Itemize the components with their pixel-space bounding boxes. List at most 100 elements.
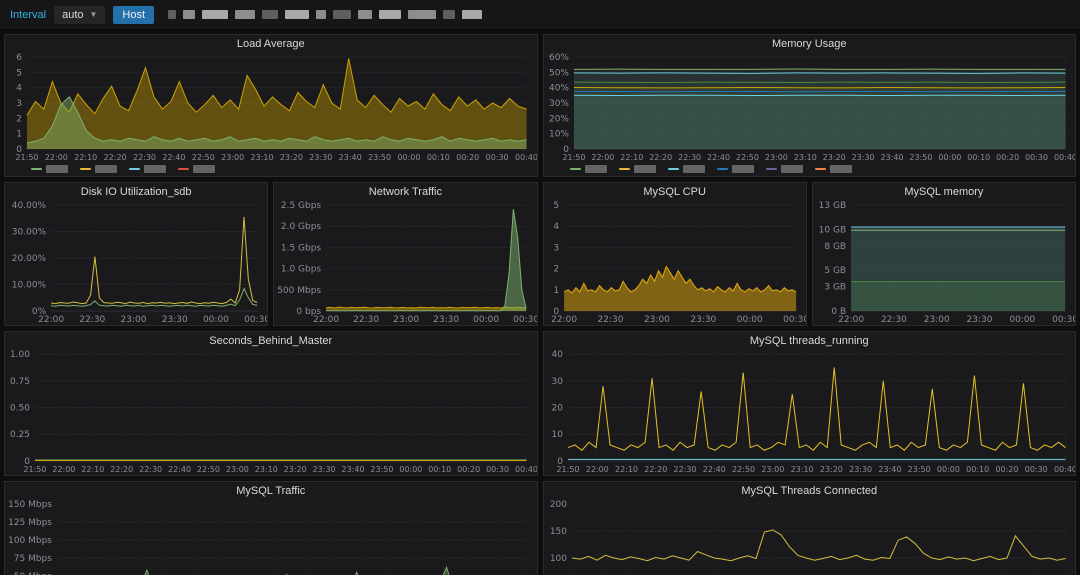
legend-label-blurred <box>144 165 166 173</box>
svg-text:23:10: 23:10 <box>793 153 816 162</box>
svg-text:22:40: 22:40 <box>702 465 725 474</box>
legend-item[interactable] <box>570 165 607 173</box>
panel-threads-connected: MySQL Threads Connected 100150200 <box>543 481 1077 575</box>
svg-text:23:40: 23:40 <box>880 153 903 162</box>
blurred-host-tag[interactable] <box>262 10 278 19</box>
svg-text:00:30: 00:30 <box>486 153 509 162</box>
legend-item[interactable] <box>766 165 803 173</box>
blurred-host-tag[interactable] <box>202 10 228 19</box>
load-average-chart[interactable]: 012345621:5022:0022:1022:2022:3022:4022:… <box>5 51 537 163</box>
mysql-memory-chart[interactable]: 0 B3 GB5 GB8 GB10 GB13 GB22:0022:3023:00… <box>813 199 1075 325</box>
panel-title[interactable]: Disk IO Utilization_sdb <box>5 183 267 199</box>
svg-text:23:00: 23:00 <box>121 315 147 325</box>
svg-text:23:20: 23:20 <box>280 153 303 162</box>
blurred-host-tag[interactable] <box>408 10 436 19</box>
legend-item[interactable] <box>717 165 754 173</box>
svg-text:0.25: 0.25 <box>10 430 30 440</box>
panel-threads-running: MySQL threads_running 01020304021:5022:0… <box>543 331 1077 476</box>
svg-text:8 GB: 8 GB <box>824 242 846 252</box>
dashboard-grid: Load Average 012345621:5022:0022:1022:20… <box>0 30 1080 575</box>
svg-text:1.5 Gbps: 1.5 Gbps <box>281 243 322 253</box>
svg-text:00:00: 00:00 <box>1009 315 1035 325</box>
blurred-host-tag[interactable] <box>462 10 482 19</box>
legend-label-blurred <box>830 165 852 173</box>
legend-item[interactable] <box>129 165 166 173</box>
blurred-host-tag[interactable] <box>235 10 255 19</box>
svg-text:40: 40 <box>551 350 563 360</box>
threads-running-chart[interactable]: 01020304021:5022:0022:1022:2022:3022:402… <box>544 348 1076 475</box>
panel-title[interactable]: MySQL memory <box>813 183 1075 199</box>
svg-text:22:30: 22:30 <box>881 315 907 325</box>
svg-text:0.75: 0.75 <box>10 377 30 387</box>
interval-select[interactable]: auto ▼ <box>54 6 105 24</box>
svg-text:75 Mbps: 75 Mbps <box>14 554 52 564</box>
legend-label-blurred <box>634 165 656 173</box>
svg-text:00:00: 00:00 <box>399 465 422 474</box>
svg-text:0.50: 0.50 <box>10 404 30 414</box>
chart-area: 01234522:0022:3023:0023:3000:0000:30 <box>544 199 806 325</box>
legend-series-marker <box>668 168 679 170</box>
svg-text:22:30: 22:30 <box>678 153 701 162</box>
panel-seconds-behind-master: Seconds_Behind_Master 00.250.500.751.002… <box>4 331 538 476</box>
blurred-host-tag[interactable] <box>316 10 326 19</box>
host-filter-values-blurred[interactable] <box>168 10 482 19</box>
svg-text:22:00: 22:00 <box>38 315 64 325</box>
panel-title[interactable]: Network Traffic <box>274 183 536 199</box>
svg-text:00:30: 00:30 <box>513 315 536 325</box>
svg-text:00:10: 00:10 <box>427 153 450 162</box>
chart-area: 00.250.500.751.0021:5022:0022:1022:2022:… <box>5 348 537 475</box>
legend-item[interactable] <box>619 165 656 173</box>
blurred-host-tag[interactable] <box>333 10 351 19</box>
legend-item[interactable] <box>815 165 852 173</box>
panel-title[interactable]: Load Average <box>5 35 537 51</box>
svg-text:22:40: 22:40 <box>707 153 730 162</box>
panel-title[interactable]: MySQL Traffic <box>5 482 537 498</box>
blurred-host-tag[interactable] <box>183 10 195 19</box>
blurred-host-tag[interactable] <box>285 10 309 19</box>
mysql-traffic-chart[interactable]: 50 Mbps75 Mbps100 Mbps125 Mbps150 Mbps <box>5 498 537 575</box>
panel-title[interactable]: MySQL Threads Connected <box>544 482 1076 498</box>
panel-title[interactable]: MySQL CPU <box>544 183 806 199</box>
legend-label-blurred <box>683 165 705 173</box>
svg-text:23:30: 23:30 <box>313 465 336 474</box>
blurred-host-tag[interactable] <box>168 10 176 19</box>
svg-text:40%: 40% <box>548 84 568 94</box>
svg-text:00:20: 00:20 <box>995 465 1018 474</box>
seconds-behind-master-chart[interactable]: 00.250.500.751.0021:5022:0022:1022:2022:… <box>5 348 537 475</box>
svg-text:30.00%: 30.00% <box>12 228 47 238</box>
svg-text:21:50: 21:50 <box>23 465 46 474</box>
svg-text:22:10: 22:10 <box>620 153 643 162</box>
svg-text:00:00: 00:00 <box>736 315 762 325</box>
memory-usage-chart[interactable]: 010%20%30%40%50%60%21:5022:0022:1022:202… <box>544 51 1076 163</box>
svg-text:40.00%: 40.00% <box>12 201 47 211</box>
svg-text:21:50: 21:50 <box>562 153 585 162</box>
legend-item[interactable] <box>80 165 117 173</box>
disk-io-chart[interactable]: 0%10.00%20.00%30.00%40.00%22:0022:3023:0… <box>5 199 267 325</box>
svg-text:200: 200 <box>549 500 566 510</box>
legend-label-blurred <box>732 165 754 173</box>
panel-title[interactable]: Memory Usage <box>544 35 1076 51</box>
svg-text:00:10: 00:10 <box>428 465 451 474</box>
panel-title[interactable]: Seconds_Behind_Master <box>5 332 537 348</box>
panel-title[interactable]: MySQL threads_running <box>544 332 1076 348</box>
blurred-host-tag[interactable] <box>379 10 401 19</box>
legend-item[interactable] <box>178 165 215 173</box>
blurred-host-tag[interactable] <box>358 10 372 19</box>
svg-text:22:00: 22:00 <box>838 315 864 325</box>
legend-series-marker <box>129 168 140 170</box>
threads-connected-chart[interactable]: 100150200 <box>544 498 1076 575</box>
blurred-host-tag[interactable] <box>443 10 455 19</box>
legend-item[interactable] <box>31 165 68 173</box>
network-traffic-chart[interactable]: 0 bps500 Mbps1.0 Gbps1.5 Gbps2.0 Gbps2.5… <box>274 199 536 325</box>
legend-item[interactable] <box>668 165 705 173</box>
svg-text:60%: 60% <box>548 53 568 63</box>
svg-text:00:40: 00:40 <box>515 465 536 474</box>
legend-series-marker <box>570 168 581 170</box>
svg-text:23:10: 23:10 <box>255 465 278 474</box>
mysql-cpu-chart[interactable]: 01234522:0022:3023:0023:3000:0000:30 <box>544 199 806 325</box>
svg-text:10.00%: 10.00% <box>12 281 47 291</box>
svg-text:22:30: 22:30 <box>353 315 379 325</box>
host-filter-button[interactable]: Host <box>113 6 154 24</box>
svg-text:22:40: 22:40 <box>168 465 191 474</box>
svg-text:00:10: 00:10 <box>966 465 989 474</box>
